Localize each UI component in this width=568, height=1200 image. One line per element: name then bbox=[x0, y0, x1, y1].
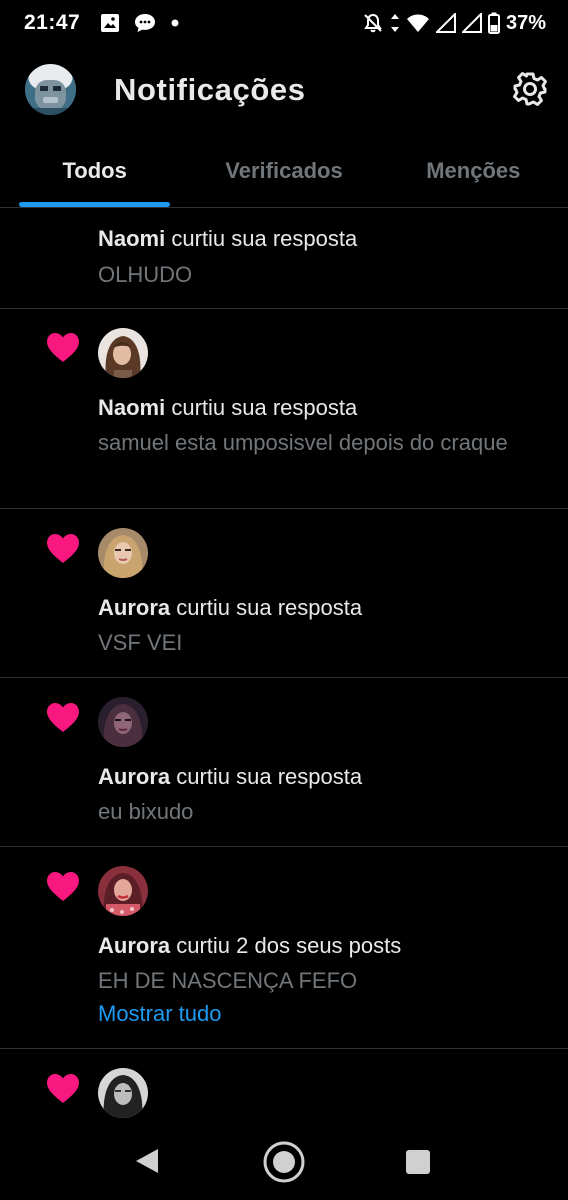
notification-headline: Naomi curtiu sua resposta bbox=[98, 395, 357, 421]
tab-label: Todos bbox=[62, 158, 127, 183]
notification-headline: Naomi curtiu sua resposta bbox=[98, 226, 357, 252]
tab-label: Menções bbox=[426, 158, 521, 183]
wifi-icon bbox=[406, 13, 430, 33]
battery-icon bbox=[487, 12, 500, 34]
image-icon bbox=[100, 13, 120, 33]
notification-feed[interactable]: Naomi curtiu sua resposta OLHUDO Naomi c… bbox=[0, 209, 568, 1120]
tab-todos[interactable]: Todos bbox=[0, 134, 189, 207]
notification-text: eu bixudo bbox=[98, 799, 194, 824]
back-icon[interactable] bbox=[134, 1147, 160, 1180]
notification-text: OLHUDO bbox=[98, 262, 193, 287]
notification-headline: Aurora curtiu sua resposta bbox=[98, 595, 362, 621]
notification-action: curtiu sua resposta bbox=[165, 226, 358, 251]
notification-text: samuel esta umposisvel depois do craque bbox=[98, 430, 508, 455]
user-name[interactable]: Aurora bbox=[98, 764, 170, 789]
notification-item[interactable]: Aurora curtiu 2 dos seus posts EH DE NAS… bbox=[0, 847, 568, 1049]
signal-icon bbox=[461, 13, 482, 33]
status-left-icons bbox=[100, 13, 180, 33]
tab-verificados[interactable]: Verificados bbox=[189, 134, 378, 207]
page-title: Notificações bbox=[114, 72, 306, 107]
status-time: 21:47 bbox=[24, 11, 81, 34]
avatar[interactable] bbox=[98, 328, 148, 378]
dot-icon bbox=[170, 18, 180, 28]
avatar[interactable] bbox=[98, 866, 148, 916]
chat-bubble-icon bbox=[134, 13, 156, 33]
tab-bar: Todos Verificados Menções bbox=[0, 134, 568, 208]
tab-mencoes[interactable]: Menções bbox=[379, 134, 568, 207]
notification-action: curtiu sua resposta bbox=[165, 395, 358, 420]
user-name[interactable]: Aurora bbox=[98, 595, 170, 620]
home-icon[interactable] bbox=[262, 1140, 306, 1189]
notification-item[interactable]: Naomi curtiu sua resposta samuel esta um… bbox=[0, 309, 568, 509]
user-name[interactable]: Naomi bbox=[98, 395, 165, 420]
heart-icon bbox=[47, 534, 79, 564]
signal-icon bbox=[435, 13, 456, 33]
active-tab-indicator bbox=[19, 202, 170, 207]
avatar[interactable] bbox=[98, 1068, 148, 1118]
user-name[interactable]: Aurora bbox=[98, 933, 170, 958]
notification-headline: Aurora curtiu 2 dos seus posts bbox=[98, 933, 401, 959]
gear-icon[interactable] bbox=[511, 70, 549, 108]
heart-icon bbox=[47, 1074, 79, 1104]
notification-item[interactable] bbox=[0, 1049, 568, 1120]
heart-icon bbox=[47, 333, 79, 363]
show-all-link[interactable]: Mostrar tudo bbox=[98, 1001, 222, 1027]
avatar[interactable] bbox=[25, 64, 76, 115]
user-name[interactable]: Naomi bbox=[98, 226, 165, 251]
avatar[interactable] bbox=[98, 528, 148, 578]
notification-text: EH DE NASCENÇA FEFO bbox=[98, 968, 358, 993]
status-bar: 21:47 37% bbox=[0, 0, 568, 46]
heart-icon bbox=[47, 872, 79, 902]
avatar[interactable] bbox=[98, 697, 148, 747]
heart-icon bbox=[47, 703, 79, 733]
notification-action: curtiu sua resposta bbox=[170, 595, 363, 620]
notification-text: VSF VEI bbox=[98, 630, 183, 655]
bell-off-icon bbox=[362, 12, 384, 34]
battery-percent: 37% bbox=[505, 11, 546, 34]
notification-item[interactable]: Aurora curtiu sua resposta VSF VEI bbox=[0, 509, 568, 678]
system-nav-bar bbox=[0, 1120, 568, 1200]
status-right-icons: 37% bbox=[362, 12, 546, 35]
notification-item[interactable]: Aurora curtiu sua resposta eu bixudo bbox=[0, 678, 568, 847]
notification-headline: Aurora curtiu sua resposta bbox=[98, 764, 362, 790]
notification-action: curtiu sua resposta bbox=[170, 764, 363, 789]
notification-action: curtiu 2 dos seus posts bbox=[170, 933, 402, 958]
data-arrows-icon bbox=[390, 13, 400, 33]
tab-label: Verificados bbox=[225, 158, 343, 183]
header: Notificações bbox=[0, 46, 568, 134]
notification-item[interactable]: Naomi curtiu sua resposta OLHUDO bbox=[0, 209, 568, 309]
recent-apps-icon[interactable] bbox=[406, 1150, 430, 1174]
